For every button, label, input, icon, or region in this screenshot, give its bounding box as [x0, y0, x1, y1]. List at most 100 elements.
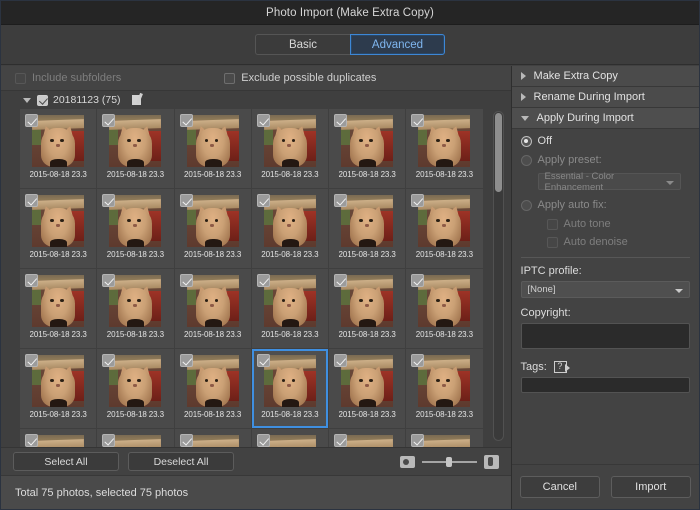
edit-note-icon[interactable] — [131, 92, 146, 106]
thumbnail-checkbox[interactable] — [334, 114, 348, 127]
thumbnail-cell[interactable]: 2015-08-18 23.3 — [20, 429, 97, 447]
thumbnail-checkbox[interactable] — [179, 434, 193, 447]
thumbnail-checkbox[interactable] — [334, 194, 348, 207]
thumbnail-cell[interactable]: 2015-08-18 23.3 — [406, 109, 483, 188]
exclude-duplicates-row[interactable]: Exclude possible duplicates — [224, 72, 376, 84]
thumbnail-grid: 2015-08-18 23.3 2015-08-18 23.3 2015-08-18… — [20, 109, 483, 447]
thumbnail-checkbox[interactable] — [102, 434, 116, 447]
section-rename-during-import[interactable]: Rename During Import — [511, 87, 699, 108]
thumbnail-cell[interactable]: 2015-08-18 23.3 — [97, 269, 174, 348]
thumbnail-cell[interactable]: 2015-08-18 23.3 — [251, 189, 329, 268]
thumbnail-cell[interactable]: 2015-08-18 23.3 — [174, 429, 251, 447]
thumbnail-cell[interactable]: 2015-08-18 23.3 — [20, 109, 97, 188]
thumbnail-cell[interactable]: 2015-08-18 23.3 — [329, 109, 406, 188]
radio-apply-auto-fix-row[interactable]: Apply auto fix: — [520, 199, 690, 211]
thumbnail-checkbox[interactable] — [256, 194, 270, 207]
folder-checkbox[interactable] — [37, 94, 48, 106]
radio-off-row[interactable]: Off — [520, 135, 690, 147]
thumbnail-checkbox[interactable] — [334, 274, 348, 287]
thumbnail-checkbox[interactable] — [102, 194, 116, 207]
thumbnail-cell[interactable]: 2015-08-18 23.3 — [329, 189, 406, 268]
folder-header-row[interactable]: 20181123 (75) — [1, 91, 511, 109]
thumbnail-checkbox[interactable] — [256, 434, 270, 447]
thumbnail-cell[interactable]: 2015-08-18 23.3 — [174, 189, 251, 268]
thumbnail-cell[interactable]: 2015-08-18 23.3 — [251, 429, 329, 447]
thumbnail-checkbox[interactable] — [411, 354, 425, 367]
deselect-all-button[interactable]: Deselect All — [128, 452, 234, 471]
preset-select[interactable]: Essential - Color Enhancement — [537, 171, 681, 193]
thumbnail-cell[interactable]: 2015-08-18 23.3 — [97, 109, 174, 188]
thumbnail-checkbox[interactable] — [102, 354, 116, 367]
radio-apply-preset-row[interactable]: Apply preset: — [520, 154, 690, 166]
select-all-button[interactable]: Select All — [13, 452, 119, 471]
thumbnail-checkbox[interactable] — [256, 354, 270, 367]
thumbnail-cell[interactable]: 2015-08-18 23.3 — [251, 109, 329, 188]
section-make-extra-copy[interactable]: Make Extra Copy — [511, 66, 699, 87]
thumbnail-checkbox[interactable] — [411, 274, 425, 287]
thumbnail-checkbox[interactable] — [411, 194, 425, 207]
radio-apply-auto-fix[interactable] — [520, 199, 532, 211]
thumbnail-checkbox[interactable] — [179, 274, 193, 287]
copyright-input[interactable] — [520, 323, 690, 349]
thumbnail-checkbox[interactable] — [179, 114, 193, 127]
auto-tone-row[interactable]: Auto tone — [546, 218, 690, 230]
thumbnail-checkbox[interactable] — [334, 434, 348, 447]
thumbnail-checkbox[interactable] — [179, 194, 193, 207]
include-subfolders-checkbox[interactable] — [15, 72, 26, 84]
section-apply-during-import[interactable]: Apply During Import — [511, 108, 699, 129]
thumbnail-checkbox[interactable] — [25, 194, 38, 207]
thumbnail-checkbox[interactable] — [25, 354, 38, 367]
thumbnail-cell[interactable]: 2015-08-18 23.3 — [97, 189, 174, 268]
thumbnail-checkbox[interactable] — [102, 114, 116, 127]
thumbnail-cell[interactable]: 2015-08-18 23.3 — [406, 269, 483, 348]
thumbnail-cell[interactable]: 2015-08-18 23.3 — [329, 429, 406, 447]
thumbnail-caption: 2015-08-18 23.3 — [29, 170, 87, 179]
thumbnail-cell[interactable]: 2015-08-18 23.3 — [20, 349, 97, 428]
thumbnail-checkbox[interactable] — [25, 114, 38, 127]
thumbnail-cell[interactable]: 2015-08-18 23.3 — [174, 349, 251, 428]
tags-input[interactable] — [520, 377, 690, 393]
thumbnail-cell[interactable]: 2015-08-18 23.3 — [406, 349, 483, 428]
thumbnail-cell[interactable]: 2015-08-18 23.3 — [174, 109, 251, 188]
thumbnail-cell[interactable]: 2015-08-18 23.3 — [406, 429, 483, 447]
thumbnail-size-slider[interactable] — [421, 456, 477, 468]
thumbnail-checkbox[interactable] — [25, 274, 38, 287]
auto-denoise-row[interactable]: Auto denoise — [546, 236, 690, 248]
include-subfolders-row[interactable]: Include subfolders — [15, 72, 121, 84]
thumbnail-checkbox[interactable] — [179, 354, 193, 367]
thumbnail-checkbox[interactable] — [102, 274, 116, 287]
tab-advanced[interactable]: Advanced — [350, 34, 445, 55]
large-thumbnail-icon[interactable] — [483, 454, 499, 469]
auto-tone-checkbox[interactable] — [546, 218, 558, 230]
radio-apply-preset[interactable] — [520, 154, 532, 166]
cancel-button[interactable]: Cancel — [519, 476, 600, 498]
thumbnail-cell[interactable]: 2015-08-18 23.3 — [329, 269, 406, 348]
thumbnail-cell[interactable]: 2015-08-18 23.3 — [97, 429, 174, 447]
auto-denoise-checkbox[interactable] — [546, 236, 558, 248]
iptc-profile-select[interactable]: [None] — [520, 281, 690, 298]
thumbnail-cell[interactable]: 2015-08-18 23.3 — [251, 349, 329, 428]
thumbnail-cell[interactable]: 2015-08-18 23.3 — [174, 269, 251, 348]
thumbnail-cell[interactable]: 2015-08-18 23.3 — [97, 349, 174, 428]
thumbnail-checkbox[interactable] — [411, 114, 425, 127]
slider-knob[interactable] — [446, 456, 453, 467]
chevron-down-icon[interactable] — [23, 97, 31, 103]
thumbnail-checkbox[interactable] — [256, 274, 270, 287]
thumbnail-checkbox[interactable] — [25, 434, 38, 447]
exclude-duplicates-checkbox[interactable] — [224, 72, 236, 84]
small-thumbnail-icon[interactable] — [399, 455, 415, 468]
thumbnail-cell[interactable]: 2015-08-18 23.3 — [329, 349, 406, 428]
scrollbar-thumb[interactable] — [494, 113, 502, 192]
grid-vertical-scrollbar[interactable] — [492, 111, 504, 441]
thumbnail-cell[interactable]: 2015-08-18 23.3 — [251, 269, 329, 348]
thumbnail-checkbox[interactable] — [256, 114, 270, 127]
import-button[interactable]: Import — [610, 476, 691, 498]
tab-basic[interactable]: Basic — [255, 34, 350, 55]
thumbnail-checkbox[interactable] — [334, 354, 348, 367]
radio-off[interactable] — [520, 135, 532, 147]
tag-help-icon[interactable] — [553, 361, 570, 373]
thumbnail-cell[interactable]: 2015-08-18 23.3 — [20, 189, 97, 268]
thumbnail-cell[interactable]: 2015-08-18 23.3 — [406, 189, 483, 268]
thumbnail-checkbox[interactable] — [411, 434, 425, 447]
thumbnail-cell[interactable]: 2015-08-18 23.3 — [20, 269, 97, 348]
